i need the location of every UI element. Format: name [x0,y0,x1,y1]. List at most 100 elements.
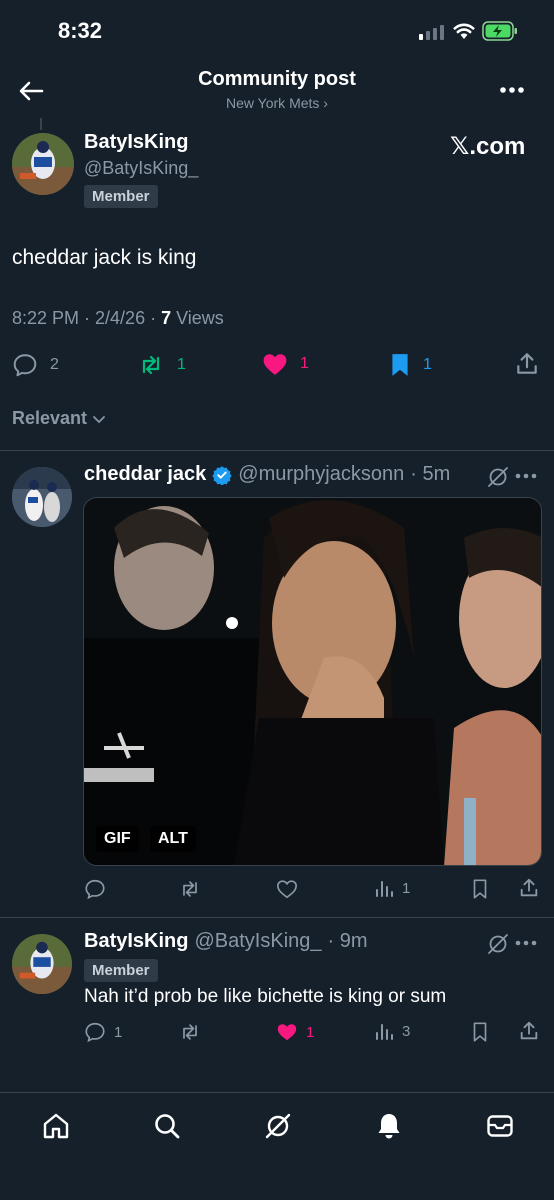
like-button[interactable]: 1 [262,352,309,376]
more-icon [515,473,537,479]
heart-icon [277,880,297,899]
grok-button[interactable] [486,932,510,956]
reply-repost-button[interactable] [178,878,202,900]
reply-author-handle[interactable]: @BatyIsKing_ [194,930,321,953]
reply-views-count: 1 [402,879,411,897]
reply-header: BatyIsKing @BatyIsKing_ · 9m [84,930,368,953]
nav-grok[interactable] [263,1111,293,1141]
more-button[interactable] [497,80,527,100]
reply-more-button[interactable] [510,466,542,486]
reply-text: Nah it’d prob be like bichette is king o… [84,986,447,1007]
more-icon [515,940,537,946]
reply-bookmark-button[interactable] [470,878,490,900]
reply-author-name[interactable]: BatyIsKing [84,930,188,953]
reply-icon [85,879,105,900]
nav-messages[interactable] [485,1111,515,1141]
reply-header: cheddar jack @murphyjacksonn · 5m [84,463,450,486]
views-count: 7 [161,308,172,328]
reply-reply-button[interactable]: 1 [84,1021,122,1043]
grok-button[interactable] [486,465,510,489]
bottom-nav [0,1092,554,1200]
bookmark-icon [473,879,487,899]
grok-icon [488,467,508,487]
share-icon [520,878,538,897]
reply-button[interactable]: 2 [12,352,59,378]
repost-icon [142,355,160,375]
reply-views-button[interactable]: 1 [374,878,410,898]
reply-like-button[interactable]: 1 [276,1021,314,1043]
reply-like-button[interactable] [276,878,298,900]
more-icon [500,87,524,93]
reply-author-handle[interactable]: @murphyjacksonn [238,463,404,486]
share-icon [520,1021,538,1040]
notifications-icon [378,1114,400,1139]
author-name[interactable]: BatyIsKing [84,131,188,154]
wifi-icon [453,22,475,40]
reply-bookmark-button[interactable] [470,1021,490,1043]
reply-time: · 9m [327,930,368,952]
heart-icon [263,354,287,375]
search-icon [155,1114,180,1139]
reply-share-button[interactable] [518,1020,540,1042]
reply-views-button[interactable]: 3 [374,1021,410,1041]
bookmark-button[interactable]: 1 [389,352,432,378]
repost-count: 1 [177,356,186,373]
like-count: 1 [300,355,309,372]
community-link[interactable]: New York Mets › [0,95,554,111]
gif-tag: GIF [96,826,139,852]
repost-icon [183,881,197,897]
reply-like-count: 1 [306,1023,315,1041]
reply-share-button[interactable] [518,877,540,899]
reply-author-name[interactable]: cheddar jack [84,463,206,486]
sort-label: Relevant [12,408,88,428]
avatar[interactable] [12,133,74,195]
share-button[interactable] [514,351,540,377]
gif-image [84,498,541,865]
divider [0,917,554,918]
status-time: 8:32 [58,18,103,43]
chevron-down-icon [93,415,105,423]
post-text: cheddar jack is king [12,246,197,269]
nav-search[interactable] [152,1111,182,1141]
post-meta: 8:22 PM · 2/4/26 · 7 Views [12,308,224,329]
views-label: Views [171,308,224,328]
bookmark-count: 1 [423,356,432,373]
reply-views-count: 3 [402,1022,411,1040]
reply-count: 2 [50,356,59,373]
reply-avatar[interactable] [12,934,72,994]
battery-icon [482,21,518,41]
page-title: Community post [198,68,356,90]
author-handle[interactable]: @BatyIsKing_ [84,158,198,179]
signal-icon [419,24,444,40]
watermark: 𝕏.com [450,133,526,160]
share-icon [517,353,537,374]
bookmark-icon [473,1022,487,1042]
reply-reply-count: 1 [114,1023,123,1041]
repost-button[interactable]: 1 [137,352,186,378]
thread-line [40,118,42,130]
views-icon [376,1024,393,1040]
reply-avatar[interactable] [12,467,72,527]
reply-time: · 5m [410,463,451,485]
alt-button[interactable]: ALT [150,826,196,852]
reply-icon [85,1022,105,1043]
grok-icon [265,1113,291,1139]
gif-media[interactable]: GIF ALT [83,497,542,866]
heart-icon [277,1024,297,1041]
reply-icon [13,354,37,377]
nav-notifications[interactable] [374,1111,404,1141]
divider [0,450,554,451]
member-badge: Member [84,959,158,982]
home-icon [43,1113,69,1139]
repost-icon [183,1024,197,1040]
bookmark-icon [392,354,408,376]
sort-dropdown[interactable]: Relevant [12,408,107,429]
reply-more-button[interactable] [510,933,542,953]
member-badge: Member [84,185,158,208]
reply-repost-button[interactable] [178,1021,202,1043]
grok-icon [488,934,508,954]
nav-home[interactable] [41,1111,71,1141]
views-icon [376,881,393,897]
verified-icon [212,465,232,485]
reply-reply-button[interactable] [84,878,106,900]
